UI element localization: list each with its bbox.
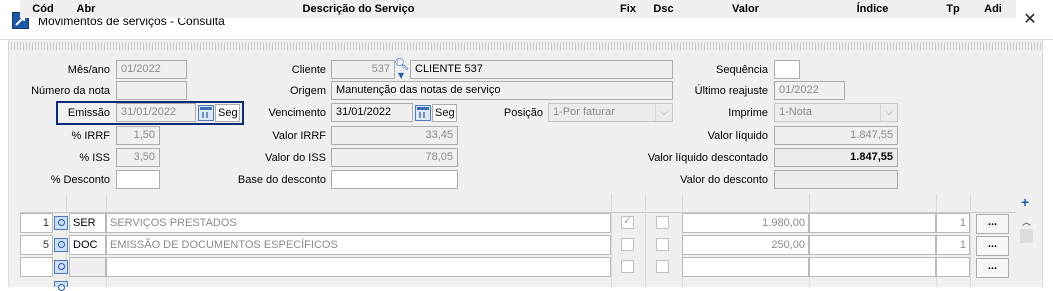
row-abr[interactable]: DOC: [69, 235, 106, 255]
origem-field: Manutenção das notas de serviço: [331, 81, 673, 100]
row-desc[interactable]: [106, 257, 611, 277]
iss-pct-field[interactable]: 3,50: [116, 148, 160, 167]
col-indice[interactable]: Índice: [809, 0, 936, 18]
col-dsc[interactable]: Dsc: [645, 0, 682, 18]
row-cod[interactable]: 5: [20, 235, 53, 255]
add-row-icon[interactable]: +: [1021, 195, 1029, 209]
cliente-label: Cliente: [291, 64, 326, 76]
sequencia-field[interactable]: [774, 60, 800, 79]
col-desc[interactable]: Descrição do Serviço: [106, 0, 611, 18]
desconto-pct-field[interactable]: [116, 170, 160, 189]
valor-liquido-label: Valor líquido: [707, 130, 768, 142]
valor-irrf-label: Valor IRRF: [272, 130, 326, 142]
col-divider: [970, 194, 971, 287]
col-tp[interactable]: Tp: [936, 0, 970, 18]
emissao-day: Seg: [215, 104, 240, 122]
row-dsc-checkbox[interactable]: [656, 238, 669, 251]
col-divider: [611, 194, 612, 287]
sequencia-label: Sequência: [716, 64, 768, 76]
row-cod[interactable]: 1: [20, 213, 53, 233]
cliente-code-field[interactable]: 537: [331, 60, 395, 79]
desconto-pct-label: % Desconto: [50, 174, 110, 186]
row-abr[interactable]: [69, 257, 106, 277]
row-valor[interactable]: [682, 257, 809, 277]
base-desconto-label: Base do desconto: [237, 174, 326, 186]
row-valor[interactable]: 250,00: [682, 235, 809, 255]
emissao-field[interactable]: 31/01/2022: [116, 103, 196, 122]
row-fix-checkbox[interactable]: [621, 214, 634, 229]
row-dsc-checkbox[interactable]: [656, 216, 669, 229]
irrf-pct-field[interactable]: 1,50: [116, 126, 160, 145]
valor-iss-field: 78,05: [331, 148, 458, 167]
numero-nota-label: Número da nota: [31, 85, 110, 97]
calendar-icon[interactable]: [415, 105, 431, 121]
chevron-up-icon[interactable]: ︿: [1022, 215, 1031, 228]
col-valor[interactable]: Valor: [682, 0, 809, 18]
grid-scrollbar[interactable]: ︿: [1019, 213, 1034, 287]
col-cod[interactable]: Cód: [20, 0, 66, 18]
imprime-label: Imprime: [728, 107, 768, 119]
row-fix-checkbox[interactable]: [621, 238, 634, 251]
row-indice[interactable]: [809, 257, 936, 277]
col-adi[interactable]: Adi: [970, 0, 1016, 18]
row-fix-checkbox[interactable]: [621, 260, 634, 273]
search-icon[interactable]: 🔍︎ ▾: [394, 58, 409, 81]
valor-liquido-field: 1.847,55: [774, 126, 898, 145]
emissao-label: Emissão: [67, 107, 110, 119]
row-adi-button[interactable]: ...: [976, 258, 1009, 278]
drag-bar: [8, 42, 1043, 50]
row-tp[interactable]: 1: [936, 213, 970, 233]
row-dsc-checkbox[interactable]: [656, 260, 669, 273]
valor-irrf-field: 33,45: [331, 126, 458, 145]
valor-liquido-desc-field: 1.847,55: [774, 148, 898, 167]
col-fix[interactable]: Fix: [611, 0, 645, 18]
imprime-select[interactable]: 1-Nota ⌵: [774, 103, 898, 122]
lookup-icon[interactable]: [54, 281, 68, 291]
valor-desconto-field: [774, 170, 898, 189]
row-tp[interactable]: [936, 257, 970, 277]
vencimento-day: Seg: [432, 104, 457, 122]
row-adi-button[interactable]: ...: [976, 214, 1009, 234]
row-indice[interactable]: [809, 235, 936, 255]
scrollbar-thumb[interactable]: [1020, 229, 1033, 243]
mes-ano-field[interactable]: 01/2022: [116, 60, 187, 79]
iss-pct-label: % ISS: [79, 152, 110, 164]
lookup-icon[interactable]: [54, 260, 68, 274]
valor-iss-label: Valor do ISS: [265, 152, 326, 164]
mes-ano-label: Mês/ano: [67, 64, 110, 76]
calendar-icon[interactable]: [198, 105, 214, 121]
imprime-value: 1-Nota: [779, 106, 813, 118]
col-divider: [645, 194, 646, 287]
base-desconto-field[interactable]: [331, 170, 458, 189]
row-adi-button[interactable]: ...: [976, 236, 1009, 256]
lookup-icon[interactable]: [54, 216, 68, 230]
close-icon[interactable]: ✕: [1020, 11, 1040, 29]
row-tp[interactable]: 1: [936, 235, 970, 255]
row-indice[interactable]: [809, 213, 936, 233]
col-abr[interactable]: Abr: [66, 0, 106, 18]
row-desc[interactable]: EMISSÃO DE DOCUMENTOS ESPECÍFICOS: [106, 235, 611, 255]
valor-desconto-label: Valor do desconto: [680, 174, 768, 186]
valor-liquido-desc-label: Valor líquido descontado: [647, 152, 768, 164]
irrf-pct-label: % IRRF: [71, 130, 111, 142]
numero-nota-field[interactable]: [116, 81, 187, 100]
ultimo-reajuste-field[interactable]: 01/2022: [774, 81, 845, 100]
row-cod[interactable]: [20, 257, 53, 277]
origem-label: Origem: [289, 85, 326, 97]
row-desc[interactable]: SERVIÇOS PRESTADOS: [106, 213, 611, 233]
cliente-name-field: CLIENTE 537: [410, 60, 673, 79]
posicao-label: Posição: [503, 107, 543, 119]
posicao-select[interactable]: 1-Por faturar ⌵: [548, 103, 673, 122]
ultimo-reajuste-label: Último reajuste: [694, 85, 768, 97]
posicao-value: 1-Por faturar: [553, 106, 615, 118]
row-abr[interactable]: SER: [69, 213, 106, 233]
chevron-down-icon: ⌵: [880, 104, 897, 121]
row-valor[interactable]: 1.980,00: [682, 213, 809, 233]
vencimento-label: Vencimento: [268, 107, 326, 119]
lookup-icon[interactable]: [54, 238, 68, 252]
vencimento-field[interactable]: 31/01/2022: [331, 103, 413, 122]
